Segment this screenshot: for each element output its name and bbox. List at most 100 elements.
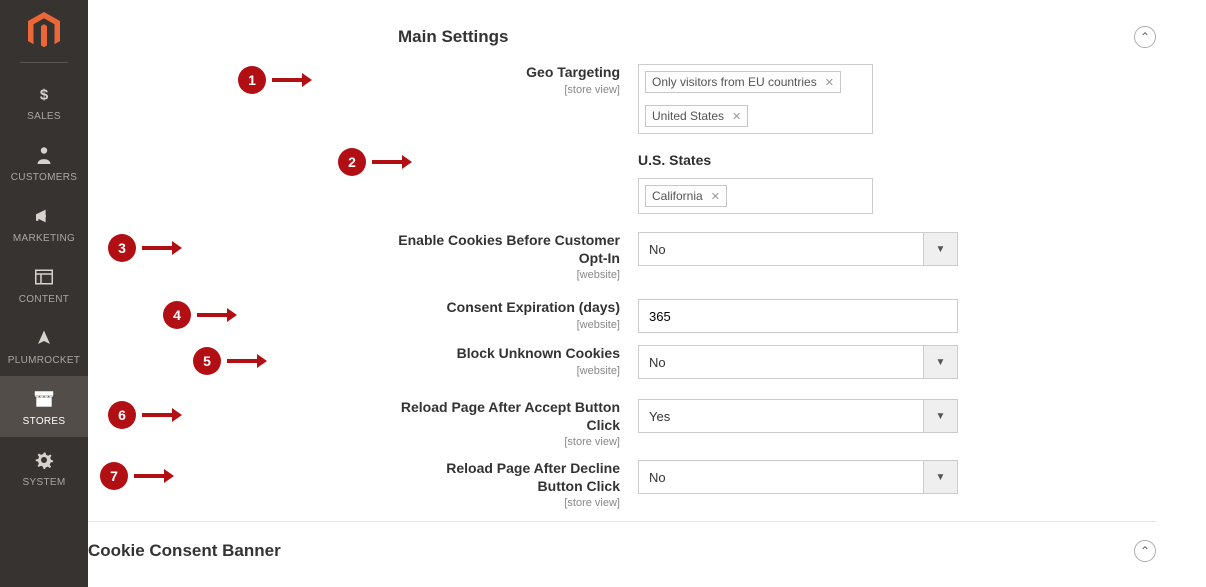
sidebar-item-content[interactable]: CONTENT <box>0 254 88 315</box>
sidebar-item-label: CONTENT <box>19 294 69 305</box>
sidebar-item-stores[interactable]: STORES <box>0 376 88 437</box>
field-scope: [website] <box>398 269 620 281</box>
field-scope: [website] <box>398 319 620 331</box>
field-row-reload-accept: 6 Reload Page After Accept Button Click … <box>398 399 1156 448</box>
annotation-badge: 2 <box>338 148 366 176</box>
field-label: Reload Page After Accept Button Click <box>398 399 620 434</box>
annotation-arrow-icon <box>134 469 174 483</box>
select-value: No <box>639 461 923 493</box>
enable-before-optin-select[interactable]: No ▼ <box>638 232 958 266</box>
select-value: No <box>639 346 923 378</box>
select-value: Yes <box>639 400 923 432</box>
us-states-multiselect[interactable]: California ✕ <box>638 178 873 214</box>
annotation-1: 1 <box>238 66 312 94</box>
sidebar-item-plumrocket[interactable]: PLUMROCKET <box>0 315 88 376</box>
sidebar-item-label: SYSTEM <box>23 477 66 488</box>
chevron-down-icon: ▼ <box>923 346 957 378</box>
chevron-down-icon: ▼ <box>923 461 957 493</box>
reload-decline-select[interactable]: No ▼ <box>638 460 958 494</box>
sidebar-item-label: CUSTOMERS <box>11 172 77 183</box>
collapse-toggle-button[interactable]: ⌃ <box>1134 26 1156 48</box>
annotation-badge: 4 <box>163 301 191 329</box>
sidebar-item-system[interactable]: SYSTEM <box>0 437 88 498</box>
field-row-consent-expiration: 4 Consent Expiration (days) [website] <box>398 299 1156 333</box>
field-label: Reload Page After Decline Button Click <box>398 460 620 495</box>
tag: United States ✕ <box>645 105 748 127</box>
main-content: Main Settings ⌃ 1 Geo Targeting [store v… <box>88 0 1206 587</box>
field-label: Consent Expiration (days) <box>398 299 620 317</box>
section-title: Cookie Consent Banner <box>88 541 281 561</box>
sidebar-item-label: SALES <box>27 111 61 122</box>
section-header-main-settings[interactable]: Main Settings ⌃ <box>398 20 1156 64</box>
field-label: U.S. States <box>638 152 958 168</box>
sidebar-separator <box>20 62 68 63</box>
gear-icon <box>35 449 53 471</box>
annotation-6: 6 <box>108 401 182 429</box>
field-scope: [store view] <box>398 84 620 96</box>
annotation-arrow-icon <box>272 73 312 87</box>
chevron-down-icon: ▼ <box>923 233 957 265</box>
annotation-arrow-icon <box>197 308 237 322</box>
field-scope: [store view] <box>398 497 620 509</box>
section-title: Main Settings <box>398 27 509 47</box>
field-row-enable-before-optin: 3 Enable Cookies Before Customer Opt-In … <box>398 232 1156 281</box>
sidebar-item-label: PLUMROCKET <box>8 355 80 366</box>
magento-logo-icon <box>26 10 62 52</box>
field-scope: [store view] <box>398 436 620 448</box>
tag-label: California <box>652 189 703 203</box>
tag-remove-icon[interactable]: ✕ <box>732 110 741 123</box>
annotation-5: 5 <box>193 347 267 375</box>
annotation-badge: 1 <box>238 66 266 94</box>
sidebar-item-label: MARKETING <box>13 233 75 244</box>
section-header-cookie-banner[interactable]: Cookie Consent Banner ⌃ <box>88 540 1156 562</box>
field-label: Enable Cookies Before Customer Opt-In <box>398 232 620 267</box>
annotation-4: 4 <box>163 301 237 329</box>
annotation-badge: 6 <box>108 401 136 429</box>
reload-accept-select[interactable]: Yes ▼ <box>638 399 958 433</box>
field-label: Block Unknown Cookies <box>398 345 620 363</box>
layout-icon <box>35 266 53 288</box>
annotation-arrow-icon <box>142 241 182 255</box>
field-row-reload-decline: 7 Reload Page After Decline Button Click… <box>398 460 1156 509</box>
collapse-toggle-button[interactable]: ⌃ <box>1134 540 1156 562</box>
annotation-3: 3 <box>108 234 182 262</box>
tag: California ✕ <box>645 185 727 207</box>
annotation-2: 2 <box>338 148 412 176</box>
annotation-arrow-icon <box>142 408 182 422</box>
sidebar-item-marketing[interactable]: MARKETING <box>0 193 88 254</box>
person-icon <box>36 144 52 166</box>
annotation-badge: 7 <box>100 462 128 490</box>
annotation-badge: 5 <box>193 347 221 375</box>
field-scope: [website] <box>398 365 620 377</box>
store-icon <box>34 388 54 410</box>
chevron-down-icon: ▼ <box>923 400 957 432</box>
sidebar-item-label: STORES <box>23 416 66 427</box>
field-row-block-unknown: 5 Block Unknown Cookies [website] No ▼ <box>398 345 1156 379</box>
sidebar-item-sales[interactable]: $ SALES <box>0 71 88 132</box>
chevron-up-icon: ⌃ <box>1140 30 1150 44</box>
block-unknown-select[interactable]: No ▼ <box>638 345 958 379</box>
field-row-geo-targeting: 1 Geo Targeting [store view] Only visito… <box>398 64 1156 134</box>
annotation-7: 7 <box>100 462 174 490</box>
field-row-us-states: 2 . U.S. States California ✕ <box>398 152 1156 214</box>
sidebar-item-customers[interactable]: CUSTOMERS <box>0 132 88 193</box>
consent-expiration-input[interactable] <box>638 299 958 333</box>
annotation-arrow-icon <box>372 155 412 169</box>
select-value: No <box>639 233 923 265</box>
tag-label: United States <box>652 109 724 123</box>
annotation-badge: 3 <box>108 234 136 262</box>
tag-remove-icon[interactable]: ✕ <box>825 76 834 89</box>
geo-targeting-multiselect[interactable]: Only visitors from EU countries ✕ United… <box>638 64 873 134</box>
plumrocket-icon <box>35 327 53 349</box>
chevron-up-icon: ⌃ <box>1140 544 1150 558</box>
section-divider <box>88 521 1156 522</box>
tag: Only visitors from EU countries ✕ <box>645 71 841 93</box>
svg-text:$: $ <box>40 86 49 103</box>
dollar-icon: $ <box>35 83 53 105</box>
megaphone-icon <box>34 205 54 227</box>
admin-sidebar: $ SALES CUSTOMERS MARKETING CONTENT <box>0 0 88 587</box>
tag-label: Only visitors from EU countries <box>652 75 817 89</box>
field-label: Geo Targeting <box>398 64 620 82</box>
tag-remove-icon[interactable]: ✕ <box>711 190 720 203</box>
annotation-arrow-icon <box>227 354 267 368</box>
